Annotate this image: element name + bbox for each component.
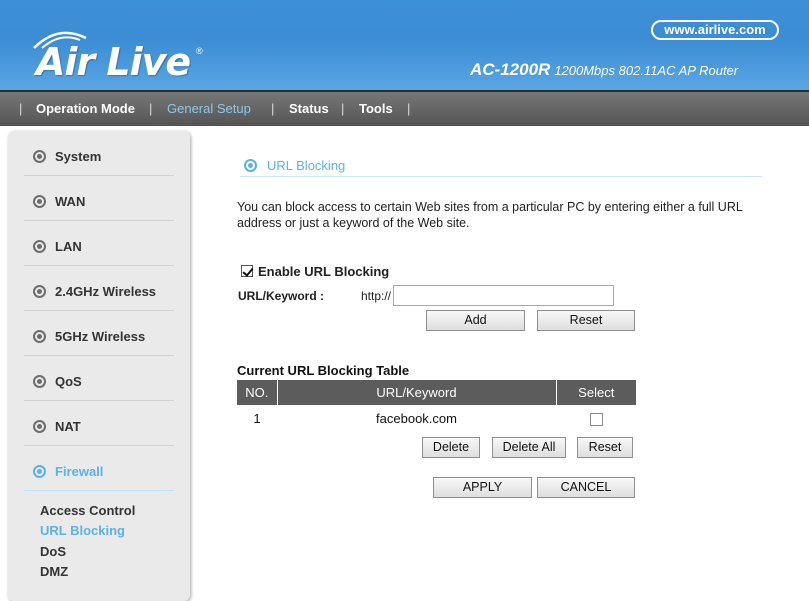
- circle-icon: [33, 375, 46, 388]
- sidebar-item-5ghz-wireless[interactable]: 5GHz Wireless: [24, 311, 174, 356]
- circle-icon: [33, 150, 46, 163]
- sidebar-item-24ghz-wireless[interactable]: 2.4GHz Wireless: [24, 266, 174, 311]
- delete-button[interactable]: Delete: [422, 437, 480, 458]
- nav-separator: |: [19, 101, 23, 116]
- sidebar-item-wan[interactable]: WAN: [24, 176, 174, 221]
- table-header-row: NO. URL/Keyword Select: [237, 380, 636, 405]
- sidebar-item-label: LAN: [55, 239, 82, 254]
- table-title: Current URL Blocking Table: [237, 363, 410, 378]
- model-name: AC-1200R: [470, 60, 551, 79]
- registered-mark: ®: [196, 46, 203, 56]
- row-select-checkbox[interactable]: [589, 412, 603, 426]
- nav-operation-mode[interactable]: Operation Mode: [36, 101, 135, 116]
- sidebar-item-label: 2.4GHz Wireless: [55, 284, 157, 299]
- nav-general-setup[interactable]: General Setup: [167, 101, 251, 116]
- sidebar-item-label: QoS: [55, 374, 82, 389]
- enable-url-blocking-label: Enable URL Blocking: [258, 264, 390, 279]
- url-keyword-input[interactable]: [393, 285, 614, 306]
- sidebar-item-label: WAN: [55, 194, 86, 209]
- url-keyword-label: URL/Keyword :: [238, 289, 325, 303]
- table-row: 1 facebook.com: [237, 405, 636, 431]
- sidebar-item-nat[interactable]: NAT: [24, 401, 174, 446]
- circle-icon: [33, 240, 46, 253]
- cancel-button[interactable]: CANCEL: [537, 477, 635, 498]
- circle-icon: [33, 195, 46, 208]
- sidebar-item-firewall[interactable]: Firewall: [24, 446, 174, 491]
- nav-separator: |: [341, 101, 345, 116]
- nav-separator: |: [271, 101, 275, 116]
- page-description: You can block access to certain Web site…: [237, 200, 743, 230]
- nav-separator: |: [149, 101, 153, 116]
- website-link[interactable]: www.airlive.com: [651, 20, 779, 40]
- nav-tools[interactable]: Tools: [359, 101, 393, 116]
- column-header-no: NO.: [237, 380, 278, 405]
- enable-url-blocking-checkbox[interactable]: [241, 265, 253, 277]
- section-title: URL Blocking: [267, 158, 346, 173]
- url-blocking-table: NO. URL/Keyword Select 1 facebook.com: [237, 380, 636, 431]
- circle-icon: [33, 285, 46, 298]
- table-reset-button[interactable]: Reset: [577, 437, 633, 458]
- row-keyword: facebook.com: [376, 410, 457, 426]
- sidebar-item-label: System: [55, 149, 102, 164]
- column-header-select: Select: [556, 380, 636, 405]
- header-banner: Air Live ® www.airlive.com AC-1200R 1200M…: [0, 0, 809, 90]
- section-header: URL Blocking: [240, 153, 762, 177]
- sidebar-subitem-dos[interactable]: DoS: [40, 544, 66, 559]
- add-button[interactable]: Add: [426, 310, 525, 331]
- sidebar-item-qos[interactable]: QoS: [24, 356, 174, 401]
- airlive-logo: Air Live ®: [30, 26, 205, 86]
- sidebar-subitem-url-blocking[interactable]: URL Blocking: [40, 523, 125, 538]
- nav-status[interactable]: Status: [289, 101, 329, 116]
- column-header-url-keyword: URL/Keyword: [277, 380, 557, 405]
- logo-text: Air Live: [36, 40, 191, 84]
- sidebar-item-label: 5GHz Wireless: [55, 329, 146, 344]
- model-description: 1200Mbps 802.11AC AP Router: [554, 63, 739, 78]
- circle-icon: [33, 330, 46, 343]
- circle-icon: [33, 420, 46, 433]
- model-title: AC-1200R 1200Mbps 802.11AC AP Router: [470, 60, 738, 80]
- circle-icon: [244, 159, 257, 172]
- apply-button[interactable]: APPLY: [433, 477, 532, 498]
- sidebar-item-label: NAT: [55, 419, 81, 434]
- row-select-cell: [556, 405, 636, 431]
- row-number: 1: [253, 410, 261, 426]
- sidebar-item-lan[interactable]: LAN: [24, 221, 174, 266]
- sidebar-subitem-access-control[interactable]: Access Control: [40, 503, 135, 518]
- url-prefix: http://: [361, 289, 392, 303]
- sidebar: System WAN LAN 2.4GHz Wireless 5GHz Wire…: [8, 131, 190, 601]
- sidebar-item-system[interactable]: System: [24, 131, 174, 176]
- delete-all-button[interactable]: Delete All: [492, 437, 566, 458]
- top-nav-bar: | Operation Mode | General Setup | Statu…: [0, 90, 809, 126]
- circle-icon: [33, 465, 46, 478]
- sidebar-item-label: Firewall: [55, 464, 104, 479]
- nav-separator: |: [407, 101, 411, 116]
- reset-button[interactable]: Reset: [537, 310, 635, 331]
- sidebar-subitem-dmz[interactable]: DMZ: [40, 564, 68, 579]
